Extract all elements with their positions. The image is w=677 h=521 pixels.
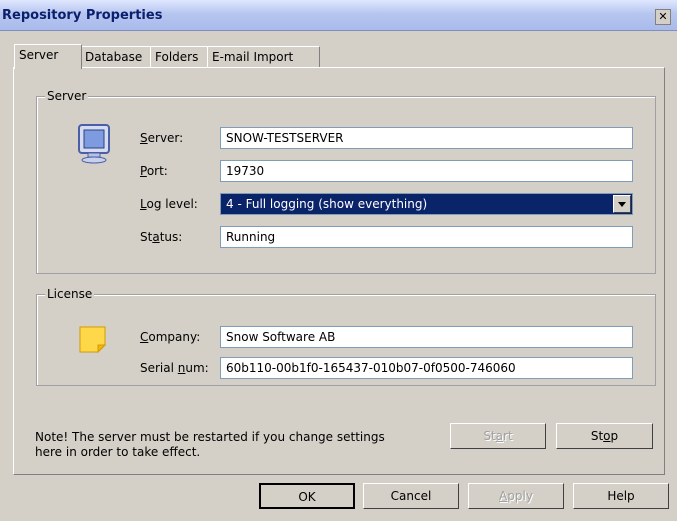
tab-database[interactable]: Database bbox=[80, 46, 157, 67]
license-group-title: License bbox=[45, 287, 95, 301]
status-label: Status: bbox=[140, 230, 183, 244]
tab-folders[interactable]: Folders bbox=[150, 46, 214, 67]
server-label: Server: bbox=[140, 131, 184, 145]
server-group-title: Server bbox=[45, 89, 89, 103]
company-label: Company: bbox=[140, 330, 201, 344]
close-button[interactable]: ✕ bbox=[655, 9, 671, 25]
port-label: Port: bbox=[140, 164, 168, 178]
company-field[interactable]: Snow Software AB bbox=[220, 326, 633, 348]
window-title: Repository Properties bbox=[2, 8, 163, 23]
log-level-value: 4 - Full logging (show everything) bbox=[226, 197, 428, 211]
title-bar: Repository Properties ✕ bbox=[0, 0, 677, 31]
restart-note: Note! The server must be restarted if yo… bbox=[35, 430, 385, 459]
tab-email-import[interactable]: E-mail Import bbox=[207, 46, 320, 67]
tab-server[interactable]: Server bbox=[14, 44, 82, 69]
sticky-note-icon bbox=[79, 326, 106, 353]
monitor-icon bbox=[78, 124, 110, 164]
log-level-label: Log level: bbox=[140, 197, 198, 211]
status-field: Running bbox=[220, 226, 633, 248]
port-field[interactable]: 19730 bbox=[220, 160, 633, 182]
stop-button[interactable]: Stop bbox=[556, 423, 653, 449]
apply-button[interactable]: Apply bbox=[468, 483, 564, 509]
ok-button[interactable]: OK bbox=[259, 483, 355, 509]
log-level-select[interactable]: 4 - Full logging (show everything) bbox=[220, 193, 633, 215]
cancel-button[interactable]: Cancel bbox=[363, 483, 459, 509]
repository-properties-dialog: Repository Properties ✕ Server Database … bbox=[0, 0, 677, 521]
serial-num-label: Serial num: bbox=[140, 361, 209, 375]
chevron-down-icon[interactable] bbox=[613, 195, 631, 213]
serial-num-field[interactable]: 60b110-00b1f0-165437-010b07-0f0500-74606… bbox=[220, 357, 633, 379]
help-button[interactable]: Help bbox=[573, 483, 669, 509]
server-field[interactable]: SNOW-TESTSERVER bbox=[220, 127, 633, 149]
start-button[interactable]: Start bbox=[450, 423, 546, 449]
